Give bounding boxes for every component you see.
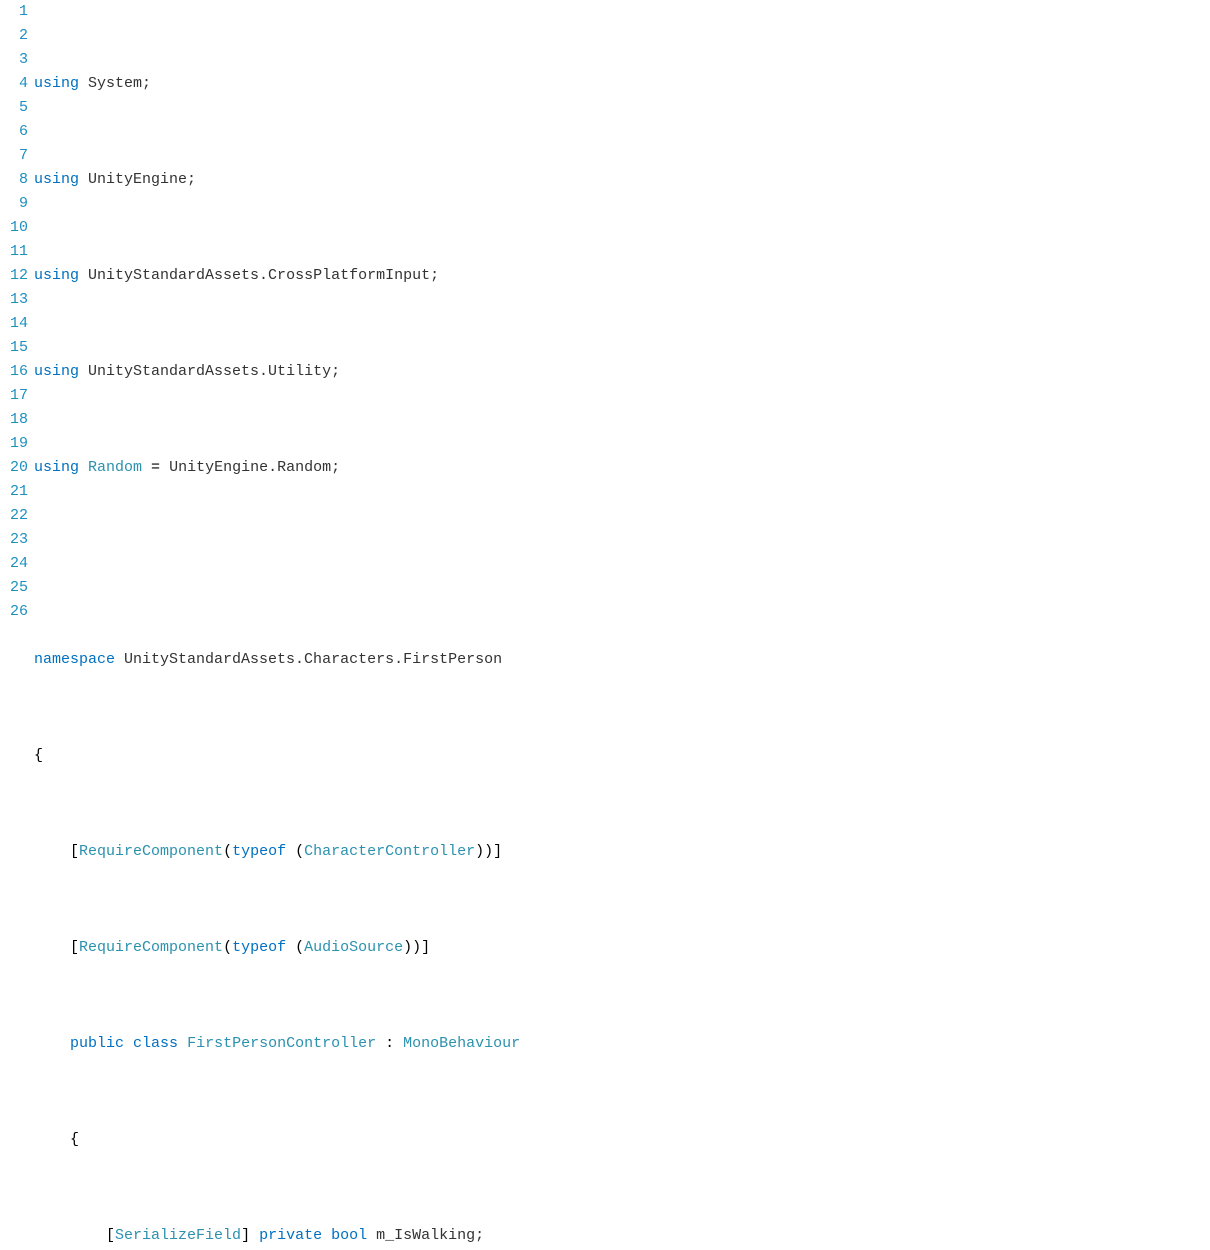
namespace: UnityEngine.Random; (169, 459, 340, 476)
line-number: 1 (0, 0, 28, 24)
line-number: 11 (0, 240, 28, 264)
line-number: 9 (0, 192, 28, 216)
namespace: UnityEngine; (88, 171, 196, 188)
code-line: using System; (34, 72, 1210, 96)
code-editor: 1 2 3 4 5 6 7 8 9 10 11 12 13 14 15 16 1… (0, 0, 1210, 1250)
code-line: using UnityStandardAssets.Utility; (34, 360, 1210, 384)
line-number: 10 (0, 216, 28, 240)
keyword-using: using (34, 267, 79, 284)
code-line: [SerializeField] private bool m_IsWalkin… (34, 1224, 1210, 1248)
namespace-name: UnityStandardAssets.Characters.FirstPers… (124, 651, 502, 668)
line-number: 24 (0, 552, 28, 576)
class-name: FirstPersonController (187, 1035, 376, 1052)
namespace: UnityStandardAssets.CrossPlatformInput; (88, 267, 439, 284)
keyword-using: using (34, 75, 79, 92)
line-number: 16 (0, 360, 28, 384)
keyword-using: using (34, 171, 79, 188)
base-class: MonoBehaviour (403, 1035, 520, 1052)
line-number: 17 (0, 384, 28, 408)
type-name: AudioSource (304, 939, 403, 956)
namespace: UnityStandardAssets.Utility; (88, 363, 340, 380)
code-line: using UnityEngine; (34, 168, 1210, 192)
line-number: 26 (0, 600, 28, 624)
line-number: 12 (0, 264, 28, 288)
code-line: [RequireComponent(typeof (CharacterContr… (34, 840, 1210, 864)
line-number: 5 (0, 96, 28, 120)
keyword-using: using (34, 459, 79, 476)
code-line: [RequireComponent(typeof (AudioSource))] (34, 936, 1210, 960)
keyword-typeof: typeof (232, 939, 286, 956)
line-number: 14 (0, 312, 28, 336)
brace-open: { (34, 747, 43, 764)
namespace: System; (88, 75, 151, 92)
code-line: { (34, 1128, 1210, 1152)
type-name: CharacterController (304, 843, 475, 860)
type-bool: bool (331, 1227, 367, 1244)
code-line: { (34, 744, 1210, 768)
line-number: 20 (0, 456, 28, 480)
line-number: 4 (0, 72, 28, 96)
line-number: 7 (0, 144, 28, 168)
brace-open: { (70, 1131, 79, 1148)
line-number: 18 (0, 408, 28, 432)
line-number: 15 (0, 336, 28, 360)
code-area: using System; using UnityEngine; using U… (34, 0, 1210, 1250)
line-number: 19 (0, 432, 28, 456)
attribute-serializefield: SerializeField (115, 1227, 241, 1244)
line-number: 6 (0, 120, 28, 144)
code-line: namespace UnityStandardAssets.Characters… (34, 648, 1210, 672)
code-line-blank (34, 552, 1210, 576)
keyword-public: public (70, 1035, 124, 1052)
attribute-name: RequireComponent (79, 843, 223, 860)
line-number: 2 (0, 24, 28, 48)
attribute-name: RequireComponent (79, 939, 223, 956)
code-line: public class FirstPersonController : Mon… (34, 1032, 1210, 1056)
keyword-typeof: typeof (232, 843, 286, 860)
alias-name: Random (88, 459, 142, 476)
line-number: 22 (0, 504, 28, 528)
line-number: 25 (0, 576, 28, 600)
line-number: 8 (0, 168, 28, 192)
field-name: m_IsWalking; (376, 1227, 484, 1244)
line-number: 13 (0, 288, 28, 312)
code-line: using Random = UnityEngine.Random; (34, 456, 1210, 480)
code-line: using UnityStandardAssets.CrossPlatformI… (34, 264, 1210, 288)
keyword-namespace: namespace (34, 651, 115, 668)
line-number: 21 (0, 480, 28, 504)
line-number: 23 (0, 528, 28, 552)
line-number: 3 (0, 48, 28, 72)
keyword-class: class (133, 1035, 178, 1052)
keyword-private: private (259, 1227, 322, 1244)
keyword-using: using (34, 363, 79, 380)
line-number-gutter: 1 2 3 4 5 6 7 8 9 10 11 12 13 14 15 16 1… (0, 0, 34, 1250)
